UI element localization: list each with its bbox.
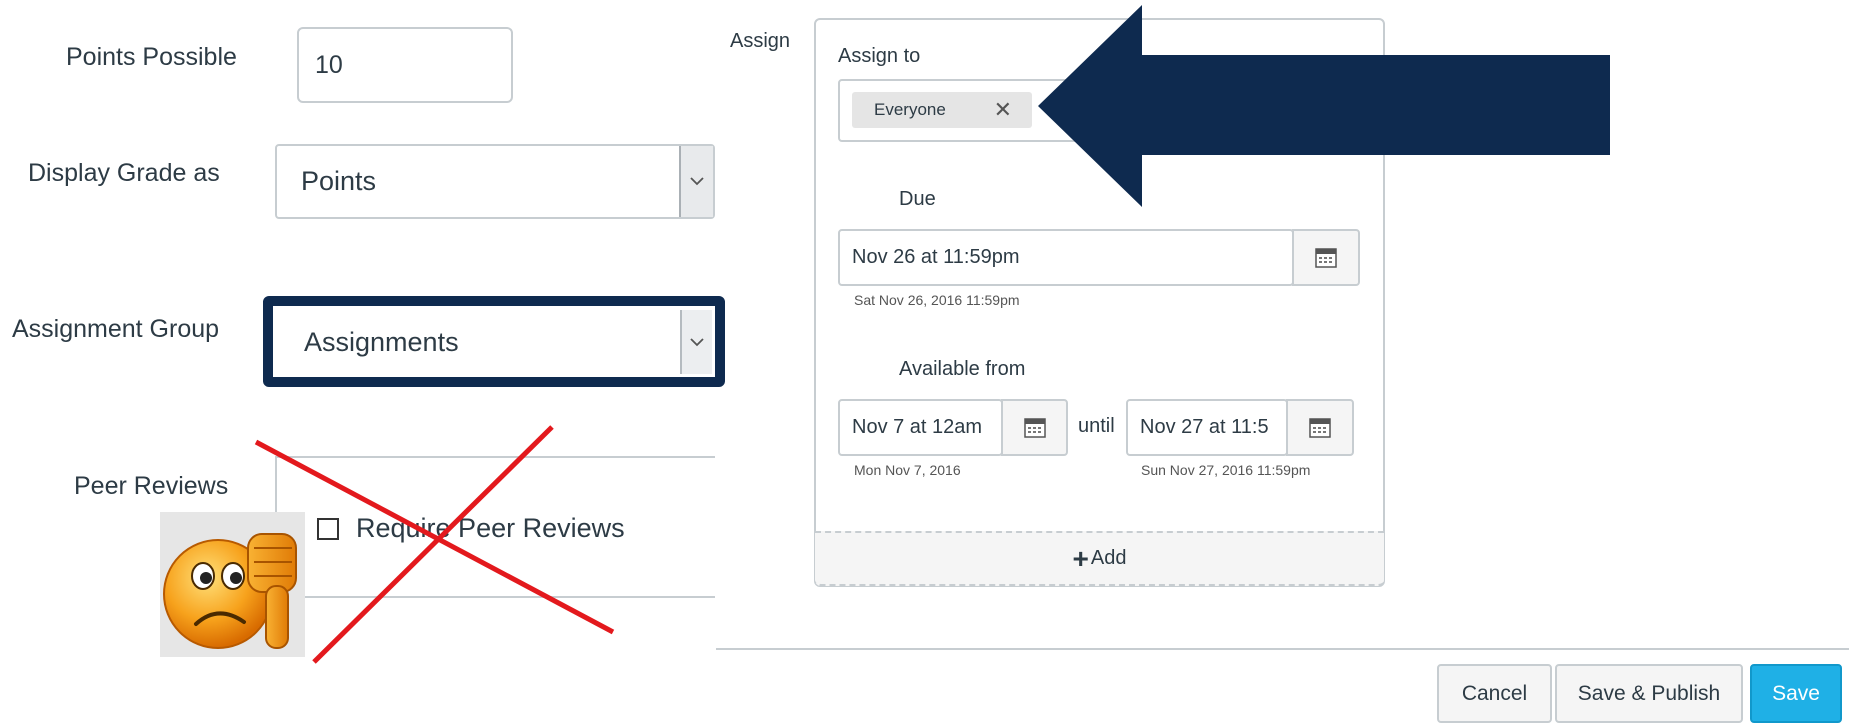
due-date-hint: Sat Nov 26, 2016 11:59pm <box>854 292 1020 308</box>
assignment-group-value: Assignments <box>304 326 459 357</box>
cancel-button[interactable]: Cancel <box>1437 664 1552 723</box>
points-possible-label: Points Possible <box>66 43 237 71</box>
available-from-hint: Mon Nov 7, 2016 <box>854 462 961 478</box>
add-assignee-button[interactable]: + Add <box>815 531 1384 586</box>
calendar-icon <box>1309 417 1331 438</box>
peer-reviews-label: Peer Reviews <box>74 472 229 500</box>
due-date-value: Nov 26 at 11:59pm <box>852 246 1020 268</box>
close-icon[interactable]: ✕ <box>994 97 1012 123</box>
due-date-input[interactable]: Nov 26 at 11:59pm <box>838 229 1294 286</box>
everyone-token-label: Everyone <box>874 100 946 119</box>
cancel-button-label: Cancel <box>1461 681 1528 705</box>
assign-to-label: Assign to <box>838 45 921 67</box>
display-grade-label: Display Grade as <box>28 159 220 187</box>
available-from-label: Available from <box>899 358 1026 380</box>
available-from-input[interactable]: Nov 7 at 12am <box>838 399 1003 456</box>
calendar-icon <box>1023 417 1046 438</box>
until-calendar-button[interactable] <box>1286 399 1354 456</box>
assign-section-label: Assign <box>730 30 791 52</box>
assignment-group-label: Assignment Group <box>12 315 220 343</box>
plus-icon: + <box>1072 542 1089 574</box>
chevron-down-icon <box>680 310 712 374</box>
save-button[interactable]: Save <box>1750 664 1842 723</box>
red-x-cross-icon <box>254 425 615 664</box>
due-calendar-button[interactable] <box>1292 229 1360 286</box>
assignment-group-select[interactable]: Assignments <box>280 310 712 374</box>
display-grade-select[interactable]: Points <box>275 144 715 219</box>
until-date-hint: Sun Nov 27, 2016 11:59pm <box>1141 462 1311 478</box>
points-possible-value: 10 <box>315 50 343 79</box>
until-date-value: Nov 27 at 11:5 <box>1140 416 1269 438</box>
chevron-down-icon <box>679 146 713 217</box>
available-from-calendar-button[interactable] <box>1001 399 1068 456</box>
display-grade-value: Points <box>301 166 377 196</box>
add-label: Add <box>1090 547 1127 569</box>
calendar-icon <box>1315 247 1337 268</box>
available-from-value: Nov 7 at 12am <box>852 416 983 438</box>
footer-divider <box>716 648 1849 650</box>
save-publish-button[interactable]: Save & Publish <box>1555 664 1743 723</box>
until-label: until <box>1078 415 1115 437</box>
save-button-label: Save <box>1772 681 1820 705</box>
save-publish-button-label: Save & Publish <box>1577 681 1721 705</box>
left-arrow-icon <box>1038 5 1610 207</box>
until-date-input[interactable]: Nov 27 at 11:5 <box>1126 399 1288 456</box>
points-possible-input[interactable]: 10 <box>297 27 513 103</box>
everyone-token[interactable]: Everyone ✕ <box>852 92 1032 128</box>
due-label: Due <box>899 188 936 210</box>
